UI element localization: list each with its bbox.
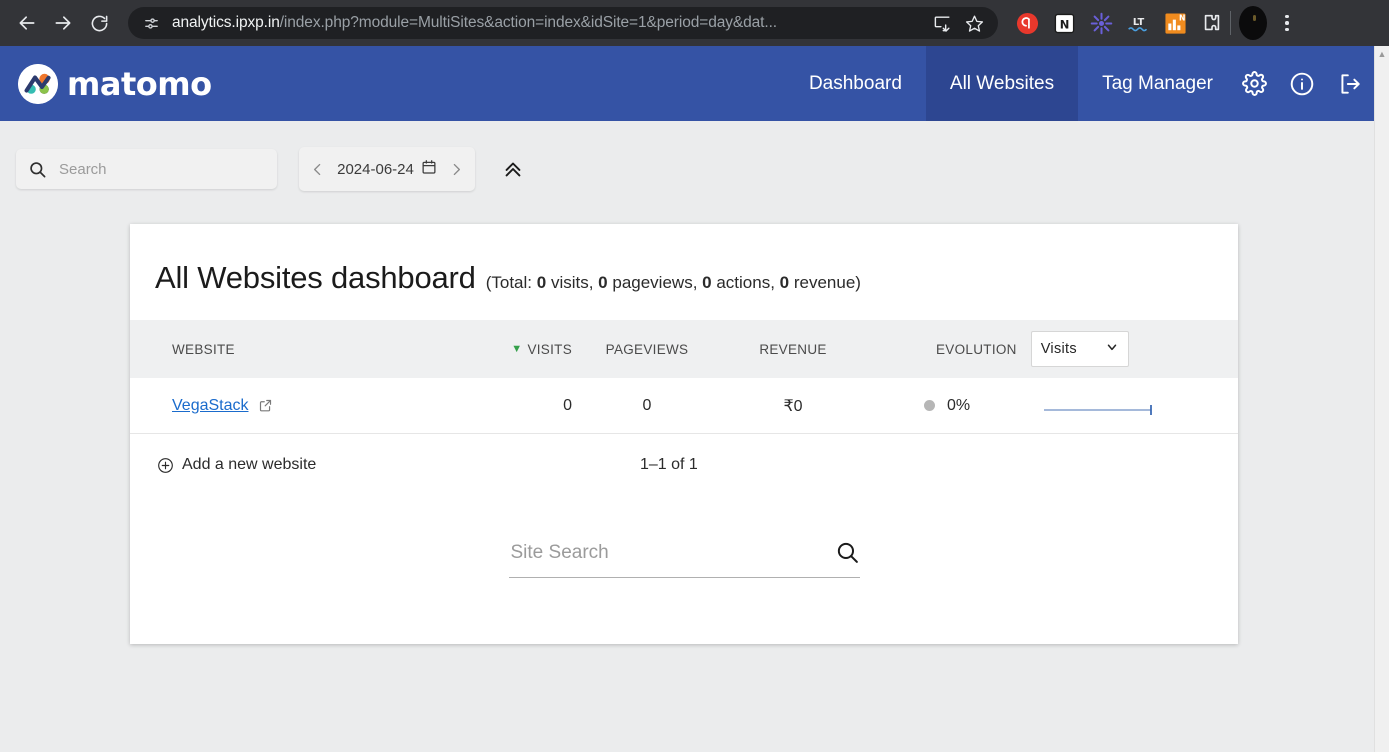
column-header-pageviews[interactable]: PAGEVIEWS xyxy=(572,342,722,357)
column-header-visits[interactable]: ▼ VISITS xyxy=(460,342,572,357)
ext-icon-orange-chart[interactable]: N xyxy=(1162,10,1188,36)
add-new-website-button[interactable]: Add a new website xyxy=(130,456,530,474)
arrow-right-icon xyxy=(55,16,71,30)
arrow-left-icon xyxy=(19,16,35,30)
ext-icon-puzzle[interactable] xyxy=(1199,10,1225,36)
url-host: analytics.ipxp.in xyxy=(172,14,280,31)
evolution-metric-value: Visits xyxy=(1040,341,1077,357)
collapse-toggle[interactable] xyxy=(497,153,529,185)
totals-summary: (Total: 0 visits, 0 pageviews, 0 actions… xyxy=(485,273,861,292)
period-selector[interactable]: 2024-06-24 xyxy=(299,147,475,191)
table-footer: Add a new website 1–1 of 1 xyxy=(130,434,1238,496)
search-icon xyxy=(28,160,47,179)
sign-out-icon[interactable] xyxy=(1333,67,1367,101)
profile-avatar[interactable] xyxy=(1236,6,1270,40)
ext-icon-notion[interactable]: N xyxy=(1051,10,1077,36)
nav-icon-group xyxy=(1237,46,1389,121)
column-header-evolution: EVOLUTION xyxy=(936,341,1017,357)
ext-icon-languagetool[interactable]: LT xyxy=(1125,10,1151,36)
matomo-logo[interactable]: matomo xyxy=(0,46,212,121)
evolution-percent: 0% xyxy=(947,396,971,414)
svg-text:N: N xyxy=(1059,17,1069,31)
sparkline-chart[interactable] xyxy=(1043,393,1155,419)
table-row[interactable]: VegaStack 0 0 ₹0 0% xyxy=(130,378,1238,434)
card-header: All Websites dashboard (Total: 0 visits,… xyxy=(130,224,1238,296)
url-text: analytics.ipxp.in/index.php?module=Multi… xyxy=(172,14,924,32)
reload-icon xyxy=(91,15,107,31)
url-path: /index.php?module=MultiSites&action=inde… xyxy=(279,14,778,31)
site-search-wrapper[interactable] xyxy=(508,540,860,578)
toolbar-divider xyxy=(1230,11,1231,35)
external-link-icon[interactable] xyxy=(258,398,273,413)
page-scrollbar[interactable]: ▲ xyxy=(1374,46,1389,752)
total-revenue-value: 0 xyxy=(779,273,790,292)
evolution-neutral-dot-icon xyxy=(924,400,935,411)
scrollbar-up-arrow[interactable]: ▲ xyxy=(1375,46,1389,62)
matomo-logo-icon xyxy=(18,63,58,104)
column-header-revenue[interactable]: REVENUE xyxy=(722,342,864,357)
site-search-input[interactable] xyxy=(508,540,835,565)
pagination-label: 1–1 of 1 xyxy=(640,456,698,473)
site-link-vegastack[interactable]: VegaStack xyxy=(172,397,249,415)
nav-item-dashboard[interactable]: Dashboard xyxy=(785,46,926,121)
plus-circle-icon xyxy=(157,457,174,474)
nav-item-all-websites[interactable]: All Websites xyxy=(925,46,1079,121)
svg-text:LT: LT xyxy=(1132,17,1144,28)
site-search-submit-icon[interactable] xyxy=(835,540,860,565)
search-input[interactable] xyxy=(57,159,265,179)
evolution-metric-select[interactable]: Visits xyxy=(1030,331,1129,367)
browser-toolbar: analytics.ipxp.in/index.php?module=Multi… xyxy=(0,0,1389,46)
table-header-row: WEBSITE ▼ VISITS PAGEVIEWS REVENUE EVOLU… xyxy=(130,320,1238,378)
column-header-visits-label: VISITS xyxy=(527,341,572,357)
forward-button[interactable] xyxy=(46,6,80,40)
reload-button[interactable] xyxy=(82,6,116,40)
site-search-area xyxy=(130,540,1238,578)
add-new-website-label: Add a new website xyxy=(182,456,317,473)
cell-visits: 0 xyxy=(563,396,572,414)
period-date-display[interactable]: 2024-06-24 xyxy=(337,159,437,179)
total-visits-value: 0 xyxy=(536,273,547,292)
matomo-logo-text: matomo xyxy=(67,64,212,103)
total-pageviews-value: 0 xyxy=(598,273,608,292)
ext-icon-asterisk[interactable] xyxy=(1088,10,1114,36)
site-settings-icon[interactable] xyxy=(138,10,164,36)
cell-website: VegaStack xyxy=(130,397,460,415)
chevron-left-icon[interactable] xyxy=(309,161,326,178)
controls-bar: 2024-06-24 xyxy=(0,121,1389,199)
page-title: All Websites dashboard xyxy=(155,260,476,295)
info-icon[interactable] xyxy=(1285,67,1319,101)
address-bar[interactable]: analytics.ipxp.in/index.php?module=Multi… xyxy=(128,7,998,39)
nav-item-tag-manager[interactable]: Tag Manager xyxy=(1078,46,1237,121)
chevron-right-icon[interactable] xyxy=(448,161,465,178)
cell-revenue: ₹0 xyxy=(783,397,803,415)
period-date-text: 2024-06-24 xyxy=(337,160,414,178)
total-actions-value: 0 xyxy=(702,273,712,292)
ext-icon-red-circle[interactable] xyxy=(1014,10,1040,36)
svg-text:N: N xyxy=(1178,13,1184,22)
column-header-evolution-group: EVOLUTION Visits xyxy=(864,331,1238,367)
sort-desc-icon: ▼ xyxy=(511,342,523,355)
all-websites-card: All Websites dashboard (Total: 0 visits,… xyxy=(130,224,1238,644)
calendar-icon xyxy=(421,159,437,179)
kebab-menu-icon[interactable] xyxy=(1272,6,1302,40)
column-header-website[interactable]: WEBSITE xyxy=(130,342,460,357)
chevron-down-icon xyxy=(1105,340,1119,358)
search-input-wrapper[interactable] xyxy=(16,149,277,189)
back-button[interactable] xyxy=(10,6,44,40)
star-icon[interactable] xyxy=(960,9,988,37)
matomo-top-nav: matomo Dashboard All Websites Tag Manage… xyxy=(0,46,1389,121)
gear-icon[interactable] xyxy=(1237,67,1271,101)
extensions-area: N LT N xyxy=(1014,10,1225,36)
install-app-icon[interactable] xyxy=(928,9,956,37)
chevrons-up-icon xyxy=(505,162,521,177)
main-nav: Dashboard All Websites Tag Manager xyxy=(785,46,1237,121)
cell-evolution: 0% xyxy=(864,393,1238,419)
cell-pageviews: 0 xyxy=(642,396,652,414)
